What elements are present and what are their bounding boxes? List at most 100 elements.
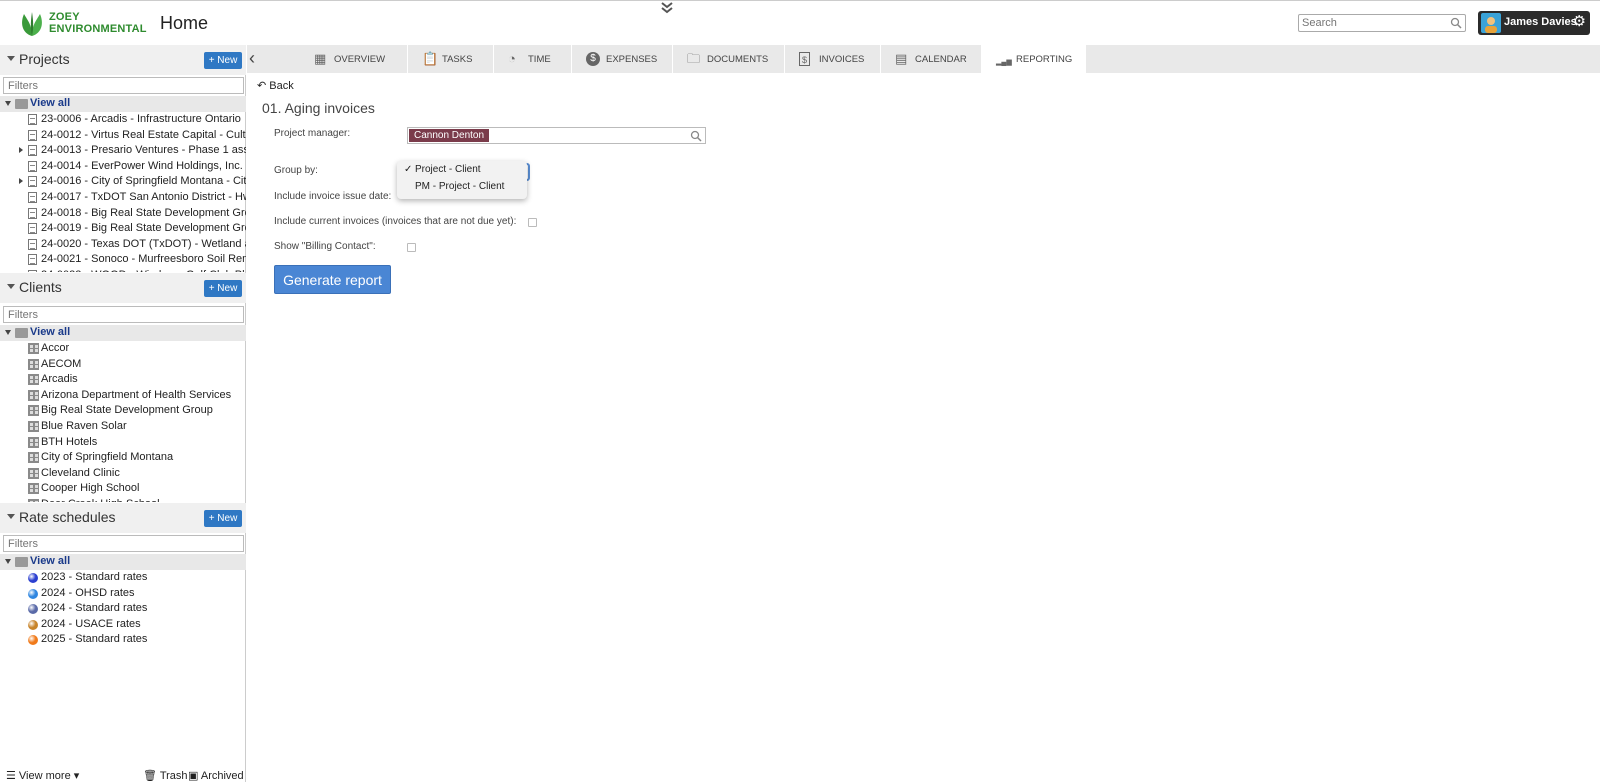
- gear-icon[interactable]: ⚙: [1573, 14, 1586, 30]
- tab-label: TIME: [528, 54, 551, 65]
- top-header: ZOEY ENVIRONMENTAL Home James Davies ⚙: [0, 0, 1600, 45]
- list-item[interactable]: 2024 - USACE rates: [0, 617, 246, 633]
- expand-triangle-icon[interactable]: [5, 330, 11, 335]
- list-item-label: 2025 - Standard rates: [41, 633, 148, 646]
- expand-triangle-icon[interactable]: [5, 559, 11, 564]
- checkmark-icon: ✓: [404, 164, 413, 175]
- tab-expenses[interactable]: $ EXPENSES: [572, 45, 673, 73]
- project-manager-label: Project manager:: [274, 128, 351, 139]
- view-more-label: View more: [18, 770, 71, 782]
- list-item[interactable]: 24-0016 - City of Springfield Montana - …: [0, 174, 246, 190]
- clients-filter-input[interactable]: [3, 306, 244, 323]
- new-rate-schedule-button[interactable]: + New: [204, 510, 242, 527]
- tab-label: CALENDAR: [915, 54, 967, 65]
- list-item[interactable]: AECOM: [0, 357, 246, 373]
- color-dot-icon: [28, 619, 38, 630]
- avatar: [1481, 13, 1501, 33]
- project-manager-chip[interactable]: Cannon Denton: [409, 129, 490, 142]
- list-item[interactable]: 24-0020 - Texas DOT (TxDOT) - Wetland as…: [0, 237, 246, 253]
- building-icon: [28, 405, 39, 417]
- list-item[interactable]: Accor: [0, 341, 246, 357]
- tab-label: TASKS: [442, 54, 473, 65]
- rate-schedules-view-all[interactable]: View all: [0, 554, 246, 570]
- new-client-button[interactable]: + New: [204, 280, 242, 297]
- project-document-icon: [28, 238, 37, 250]
- tab-invoices[interactable]: $ INVOICES: [785, 45, 881, 73]
- rate-schedules-filter-input[interactable]: [3, 535, 244, 552]
- list-item[interactable]: 2023 - Standard rates: [0, 570, 246, 586]
- list-item[interactable]: 2024 - OHSD rates: [0, 586, 246, 602]
- list-item[interactable]: 23-0006 - Arcadis - Infrastructure Ontar…: [0, 112, 246, 128]
- list-item[interactable]: Arcadis: [0, 372, 246, 388]
- color-dot-icon: [28, 588, 38, 599]
- tab-time[interactable]: ◔ TIME: [494, 45, 572, 73]
- list-item-label: 2024 - USACE rates: [41, 617, 141, 630]
- view-more-link[interactable]: ☰ View more ▾: [6, 769, 79, 782]
- list-item[interactable]: 2024 - Standard rates: [0, 601, 246, 617]
- list-item-label: 2024 - Standard rates: [41, 602, 148, 615]
- project-manager-field[interactable]: Cannon Denton: [407, 127, 706, 144]
- search-icon[interactable]: [690, 130, 702, 142]
- tab-tasks[interactable]: 📋 TASKS: [408, 45, 494, 73]
- expand-triangle-icon[interactable]: [19, 147, 23, 154]
- list-item-label: Deer Creek High School: [41, 498, 160, 502]
- list-item[interactable]: Blue Raven Solar: [0, 419, 246, 435]
- company-logo[interactable]: ZOEY ENVIRONMENTAL: [18, 9, 148, 37]
- search-input[interactable]: [1299, 15, 1439, 31]
- clients-view-all[interactable]: View all: [0, 325, 246, 341]
- back-link[interactable]: ↶ Back: [257, 79, 294, 92]
- group-by-dropdown: Project - Client ✓ PM - Project - Client: [397, 161, 527, 199]
- collapse-sidebar-chevron-icon[interactable]: ‹: [249, 48, 255, 69]
- rate-schedules-section-header[interactable]: Rate schedules + New: [0, 503, 246, 533]
- list-item[interactable]: 24-0021 - Sonoco - Murfreesboro Soil Rem…: [0, 252, 246, 268]
- generate-report-button[interactable]: Generate report: [274, 265, 391, 294]
- archived-link[interactable]: ▣ Archived: [188, 769, 244, 782]
- project-document-icon: [28, 254, 37, 266]
- list-item[interactable]: 24-0013 - Presario Ventures - Phase 1 as…: [0, 143, 246, 159]
- archive-box-icon: ▣: [188, 770, 199, 782]
- search-icon[interactable]: [1450, 17, 1462, 29]
- tab-calendar[interactable]: ▤ CALENDAR: [881, 45, 982, 73]
- list-item[interactable]: Cooper High School: [0, 481, 246, 497]
- sidebar-footer: ☰ View more ▾ 🗑 Trash ▣ Archived: [0, 769, 246, 782]
- group-by-option[interactable]: PM - Project - Client: [415, 181, 504, 192]
- projects-filter-input[interactable]: [3, 77, 244, 94]
- show-billing-checkbox[interactable]: [407, 243, 416, 252]
- double-chevron-down-icon[interactable]: [660, 1, 674, 18]
- list-item[interactable]: Big Real State Development Group: [0, 403, 246, 419]
- list-item[interactable]: 24-0014 - EverPower Wind Holdings, Inc. …: [0, 159, 246, 175]
- tab-reporting[interactable]: ▂▄▆ REPORTING: [982, 45, 1086, 73]
- project-document-icon: [28, 145, 37, 157]
- collapse-triangle-icon[interactable]: [7, 56, 15, 61]
- collapse-triangle-icon[interactable]: [7, 284, 15, 289]
- group-by-option[interactable]: Project - Client: [415, 164, 481, 175]
- tab-overview[interactable]: ▦ OVERVIEW: [300, 45, 408, 73]
- project-document-icon: [28, 160, 37, 172]
- expand-triangle-icon[interactable]: [5, 101, 11, 106]
- projects-section-header[interactable]: Projects + New: [0, 45, 246, 75]
- list-item[interactable]: Deer Creek High School: [0, 497, 246, 502]
- list-item[interactable]: Arizona Department of Health Services: [0, 388, 246, 404]
- list-item[interactable]: 24-0018 - Big Real State Development Gro…: [0, 206, 246, 222]
- list-item[interactable]: 24-0017 - TxDOT San Antonio District - H…: [0, 190, 246, 206]
- project-document-icon: [28, 269, 37, 272]
- list-item[interactable]: 24-0012 - Virtus Real Estate Capital - C…: [0, 128, 246, 144]
- list-item-label: 24-0021 - Sonoco - Murfreesboro Soil Rem…: [41, 253, 246, 266]
- color-dot-icon: [28, 573, 38, 583]
- collapse-triangle-icon[interactable]: [7, 514, 15, 519]
- clients-section-header[interactable]: Clients + New: [0, 273, 246, 303]
- new-project-button[interactable]: + New: [204, 52, 242, 69]
- list-item[interactable]: 24-0022 - WOOD - Windrose Golf Club Phas…: [0, 268, 246, 272]
- tab-documents[interactable]: 🗀 DOCUMENTS: [673, 45, 785, 73]
- user-menu-button[interactable]: James Davies ⚙: [1478, 11, 1590, 35]
- list-item[interactable]: 2025 - Standard rates: [0, 632, 246, 648]
- include-current-checkbox[interactable]: [528, 218, 537, 227]
- list-item[interactable]: City of Springfield Montana: [0, 450, 246, 466]
- list-item[interactable]: BTH Hotels: [0, 435, 246, 451]
- projects-view-all[interactable]: View all: [0, 96, 246, 112]
- include-current-label: Include current invoices (invoices that …: [274, 216, 517, 227]
- trash-link[interactable]: 🗑 Trash: [143, 769, 188, 782]
- expand-triangle-icon[interactable]: [19, 178, 23, 185]
- list-item[interactable]: Cleveland Clinic: [0, 466, 246, 482]
- list-item[interactable]: 24-0019 - Big Real State Development Gro…: [0, 221, 246, 237]
